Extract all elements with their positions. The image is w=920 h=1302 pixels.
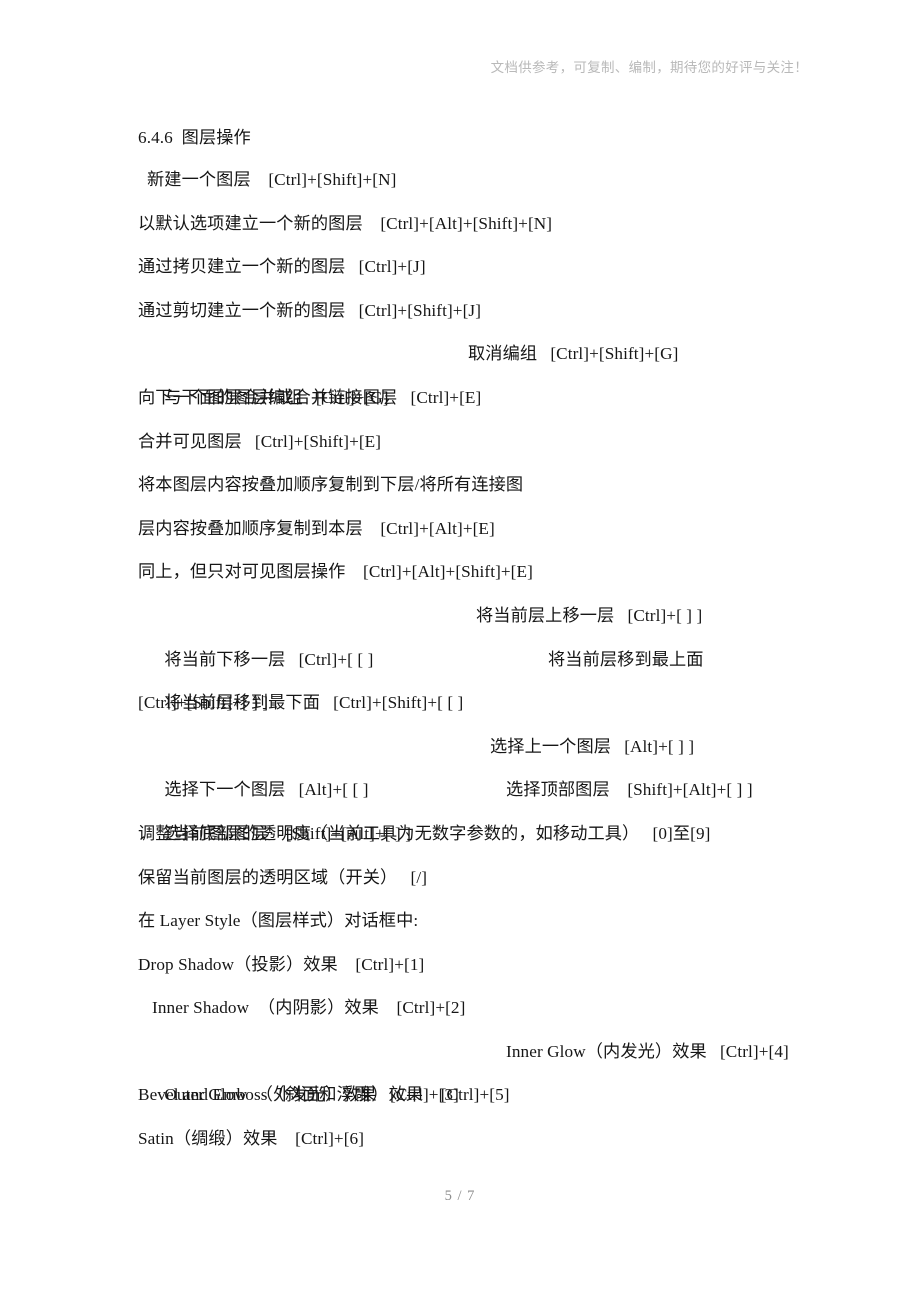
shortcut-select-bottom-layer: 选择底部图层 [Shift]+[Alt]+[ ] ] <box>164 823 412 843</box>
shortcut-line-drop-shadow: Drop Shadow（投影）效果 [Ctrl]+[1] <box>138 954 425 974</box>
shortcut-send-to-back: 将当前层移到最下面 [Ctrl]+[Shift]+[ [ ] <box>164 693 464 713</box>
shortcut-bring-forward: 将当前层上移一层 [Ctrl]+[ ] ] <box>476 605 703 625</box>
shortcut-inner-glow: Inner Glow（内发光）效果 [Ctrl]+[4] <box>506 1041 789 1061</box>
shortcut-group-with-previous: 与下面的图层编组 [Ctrl]+[G] <box>164 387 389 407</box>
shortcut-line-select-edge-layer: 选择底部图层 [Shift]+[Alt]+[ ] ] 选择顶部图层 [Shift… <box>138 768 828 843</box>
shortcut-line-merge-visible: 合并可见图层 [Ctrl]+[Shift]+[E] <box>138 431 382 451</box>
shortcut-line-move-layer-extreme: 将当前层移到最下面 [Ctrl]+[Shift]+[ [ ] 将当前层移到最上面 <box>138 638 828 713</box>
subsection-layer-style-dialog: 在 Layer Style（图层样式）对话框中: <box>138 911 419 931</box>
shortcut-line-new-layer-default: 以默认选项建立一个新的图层 [Ctrl]+[Alt]+[Shift]+[N] <box>138 213 553 233</box>
document-page: 文档供参考，可复制、编制，期待您的好评与关注！ 6.4.6 图层操作 新建一个图… <box>0 0 920 1302</box>
shortcut-line-lock-transparency: 保留当前图层的透明区域（开关） [/] <box>138 867 428 887</box>
shortcut-line-new-layer: 新建一个图层 [Ctrl]+[Shift]+[N] <box>147 170 397 189</box>
shortcut-line-satin: Satin（绸缎）效果 [Ctrl]+[6] <box>138 1129 365 1149</box>
shortcut-ungroup: 取消编组 [Ctrl]+[Shift]+[G] <box>468 344 679 364</box>
shortcut-line-glow-effects: Outer Glow （外发光）效果 [Ctrl]+[3] Inner Glow… <box>138 1030 828 1105</box>
shortcut-line-stamp-down-part2: 层内容按叠加顺序复制到本层 [Ctrl]+[Alt]+[E] <box>138 518 495 538</box>
shortcut-line-layer-via-copy: 通过拷贝建立一个新的图层 [Ctrl]+[J] <box>138 257 426 277</box>
shortcut-line-inner-shadow: Inner Shadow （内阴影）效果 [Ctrl]+[2] <box>152 998 466 1018</box>
shortcut-bring-to-front-label: 将当前层移到最上面 <box>548 649 704 669</box>
section-heading: 6.4.6 图层操作 <box>138 128 251 147</box>
shortcut-select-top-layer: 选择顶部图层 [Shift]+[Alt]+[ ] ] <box>506 780 753 800</box>
shortcut-line-select-adjacent-layer: 选择下一个图层 [Alt]+[ [ ] 选择上一个图层 [Alt]+[ ] ] <box>138 725 828 800</box>
page-number-footer: 5 / 7 <box>444 1188 476 1204</box>
shortcut-outer-glow: Outer Glow （外发光）效果 [Ctrl]+[3] <box>164 1085 459 1105</box>
shortcut-select-previous-layer: 选择上一个图层 [Alt]+[ ] ] <box>490 736 695 756</box>
document-body: 6.4.6 图层操作 新建一个图层 [Ctrl]+[Shift]+[N] 以默认… <box>138 118 828 1161</box>
shortcut-line-move-layer-one-step: 将当前下移一层 [Ctrl]+[ [ ] 将当前层上移一层 [Ctrl]+[ ]… <box>138 594 828 669</box>
shortcut-line-group-ungroup: 与下面的图层编组 [Ctrl]+[G] 取消编组 [Ctrl]+[Shift]+… <box>138 332 828 407</box>
shortcut-line-stamp-visible: 同上，但只对可见图层操作 [Ctrl]+[Alt]+[Shift]+[E] <box>138 562 533 582</box>
page-header-note: 文档供参考，可复制、编制，期待您的好评与关注！ <box>490 60 808 75</box>
shortcut-line-layer-via-cut: 通过剪切建立一个新的图层 [Ctrl]+[Shift]+[J] <box>138 300 482 320</box>
shortcut-line-stamp-down-part1: 将本图层内容按叠加顺序复制到下层/将所有连接图 <box>138 475 524 495</box>
